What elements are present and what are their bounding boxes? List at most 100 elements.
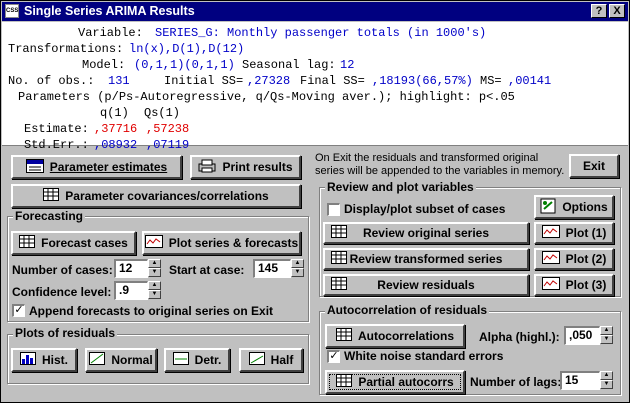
ms-value: ,00141 [508, 74, 552, 88]
spreadsheet-icon [335, 328, 352, 344]
col-header-q1: q(1) [100, 106, 129, 120]
estimate-qs1: ,57238 [146, 122, 190, 136]
stderr-q1: ,08932 [94, 138, 138, 152]
start-case-spinner[interactable]: ▲ ▼ [291, 259, 304, 277]
start-case-label: Start at case: [169, 263, 245, 277]
line-plot-icon [144, 235, 163, 251]
plot-1-label: Plot (1) [565, 226, 607, 240]
title-bar[interactable]: CSS Single Series ARIMA Results ? X [2, 2, 628, 21]
parameter-covariances-label: Parameter covariances/correlations [65, 189, 269, 203]
parameter-covariances-button[interactable]: Parameter covariances/correlations [11, 184, 301, 208]
detrended-plot-label: Detr. [194, 353, 222, 367]
final-ss-value: ,18193(66,57%) [372, 74, 473, 88]
forecast-cases-label: Forecast cases [41, 236, 128, 250]
parameter-estimates-button[interactable]: Parameter estimates [11, 155, 182, 179]
estimate-q1: ,37716 [94, 122, 138, 136]
alpha-spinner[interactable]: ▲ ▼ [600, 326, 613, 344]
stderr-label: Std.Err.: [24, 138, 89, 152]
append-forecasts-label: Append forecasts to original series on E… [29, 304, 274, 318]
partial-autocorrs-label: Partial autocorrs [358, 375, 454, 389]
transformations-label: Transformations: [8, 42, 124, 56]
estimate-label: Estimate: [24, 122, 89, 136]
initial-ss-label: Initial SS= [164, 74, 244, 88]
half-normal-plot-label: Half [270, 353, 294, 367]
obs-value: 131 [108, 74, 130, 88]
plot-1-button[interactable]: Plot (1) [534, 222, 614, 244]
plot-series-forecasts-label: Plot series & forecasts [168, 236, 299, 250]
model-value: (0,1,1)(0,1,1) [134, 58, 235, 72]
display-subset-label: Display/plot subset of cases [344, 202, 506, 216]
lags-spinner[interactable]: ▲ ▼ [600, 371, 613, 389]
plots-of-residuals-title: Plots of residuals [13, 326, 118, 340]
exit-note: On Exit the residuals and transformed or… [315, 152, 565, 177]
window-title: Single Series ARIMA Results [24, 4, 195, 18]
append-forecasts-checkbox[interactable]: ✓ [12, 304, 25, 317]
line-plot-icon [541, 277, 560, 293]
histogram-button[interactable]: Hist. [11, 348, 77, 372]
half-normal-plot-button[interactable]: Half [239, 348, 303, 372]
autocorrelations-button[interactable]: Autocorrelations [325, 324, 465, 348]
review-original-button[interactable]: Review original series [323, 222, 529, 244]
forecast-cases-button[interactable]: Forecast cases [11, 231, 136, 255]
arima-results-window: CSS Single Series ARIMA Results ? X Vari… [0, 0, 630, 403]
review-original-label: Review original series [362, 226, 490, 240]
white-noise-label: White noise standard errors [344, 349, 504, 363]
partial-autocorrs-button[interactable]: Partial autocorrs [325, 370, 465, 394]
transformations-value: ln(x),D(1),D(12) [129, 42, 245, 56]
seasonal-lag-value: 12 [340, 58, 355, 72]
plot-3-label: Plot (3) [565, 278, 607, 292]
detrended-plot-button[interactable]: Detr. [164, 348, 230, 372]
plot-series-forecasts-button[interactable]: Plot series & forecasts [142, 231, 301, 255]
num-cases-field[interactable]: 12 [114, 259, 148, 278]
plot-2-label: Plot (2) [565, 252, 607, 266]
plot-2-button[interactable]: Plot (2) [534, 248, 614, 270]
spreadsheet-icon [331, 251, 347, 267]
spreadsheet-icon [19, 235, 36, 251]
plot-3-button[interactable]: Plot (3) [534, 274, 614, 296]
spreadsheet-icon [331, 277, 347, 293]
half-normal-plot-icon [248, 352, 265, 368]
normal-plot-label: Normal [111, 353, 153, 367]
alpha-field[interactable]: ,050 [564, 326, 600, 345]
options-button[interactable]: Options [534, 195, 614, 219]
close-button[interactable]: X [609, 4, 625, 18]
white-noise-checkbox[interactable]: ✓ [327, 350, 340, 363]
autocorrelation-title: Autocorrelation of residuals [325, 303, 490, 317]
review-transformed-button[interactable]: Review transformed series [323, 248, 529, 270]
exit-button[interactable]: Exit [569, 154, 619, 178]
printer-icon [198, 159, 216, 176]
obs-label: No. of obs.: [8, 74, 95, 88]
app-icon: CSS [5, 4, 19, 18]
review-transformed-label: Review transformed series [349, 252, 503, 266]
params-description: Parameters (p/Ps-Autoregressive, q/Qs-Mo… [18, 90, 515, 104]
confidence-field[interactable]: .9 [114, 281, 148, 300]
print-results-button[interactable]: Print results [190, 155, 301, 179]
variable-label: Variable: [78, 26, 143, 40]
autocorrelations-label: Autocorrelations [357, 329, 454, 343]
seasonal-lag-label: Seasonal lag: [242, 58, 336, 72]
num-cases-label: Number of cases: [12, 263, 113, 277]
lags-label: Number of lags: [470, 375, 562, 389]
spreadsheet-icon [43, 188, 60, 204]
options-icon [540, 198, 556, 217]
lags-field[interactable]: 15 [560, 371, 600, 390]
initial-ss-value: ,27328 [247, 74, 291, 88]
final-ss-label: Final SS= [300, 74, 365, 88]
print-results-label: Print results [222, 160, 293, 174]
stderr-qs1: ,07119 [146, 138, 190, 152]
display-subset-checkbox[interactable] [327, 203, 340, 216]
forecasting-title: Forecasting [13, 209, 86, 223]
normal-plot-button[interactable]: Normal [85, 348, 157, 372]
spreadsheet-icon [336, 374, 353, 390]
line-plot-icon [541, 225, 560, 241]
model-label: Model: [82, 58, 126, 72]
help-button[interactable]: ? [591, 4, 607, 18]
options-label: Options [562, 200, 608, 214]
histogram-icon [19, 352, 36, 368]
num-cases-spinner[interactable]: ▲ ▼ [148, 259, 161, 277]
confidence-spinner[interactable]: ▲ ▼ [148, 281, 161, 299]
start-case-field[interactable]: 145 [253, 259, 291, 278]
review-residuals-button[interactable]: Review residuals [323, 274, 529, 296]
detrended-plot-icon [172, 352, 189, 368]
histogram-label: Hist. [41, 353, 68, 367]
